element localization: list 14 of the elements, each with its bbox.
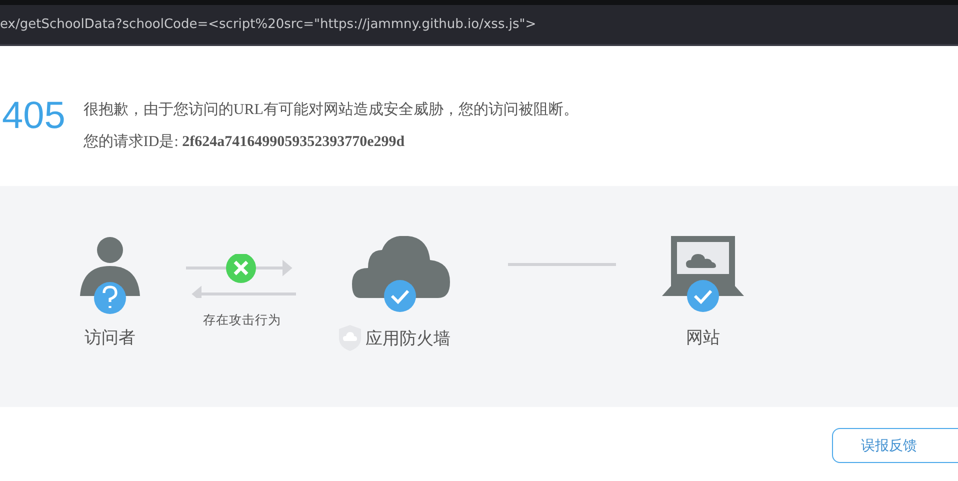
error-message: 很抱歉，由于您访问的URL有可能对网站造成安全威胁，您的访问被阻断。 <box>83 100 578 119</box>
error-code: 405 <box>1 96 66 139</box>
node-label: 网站 <box>686 327 720 349</box>
laptop-icon <box>660 236 746 314</box>
shield-icon <box>338 324 362 352</box>
url-text: ex/getSchoolData?schoolCode=<script%20src="https://jammny.github.io/xss.js"> <box>0 17 536 32</box>
request-id: 2f624a7416499059352393770e299d <box>182 134 405 150</box>
cloud-icon <box>352 236 452 314</box>
person-icon <box>78 236 142 314</box>
address-bar[interactable]: ex/getSchoolData?schoolCode=<script%20src="https://jammny.github.io/xss.js"> <box>0 5 958 46</box>
traffic-label: 存在攻击行为 <box>203 312 281 329</box>
node-label: 访问者 <box>84 327 136 349</box>
request-id-label: 您的请求ID是: <box>83 134 178 150</box>
node-label: 应用防火墙 <box>366 328 450 350</box>
